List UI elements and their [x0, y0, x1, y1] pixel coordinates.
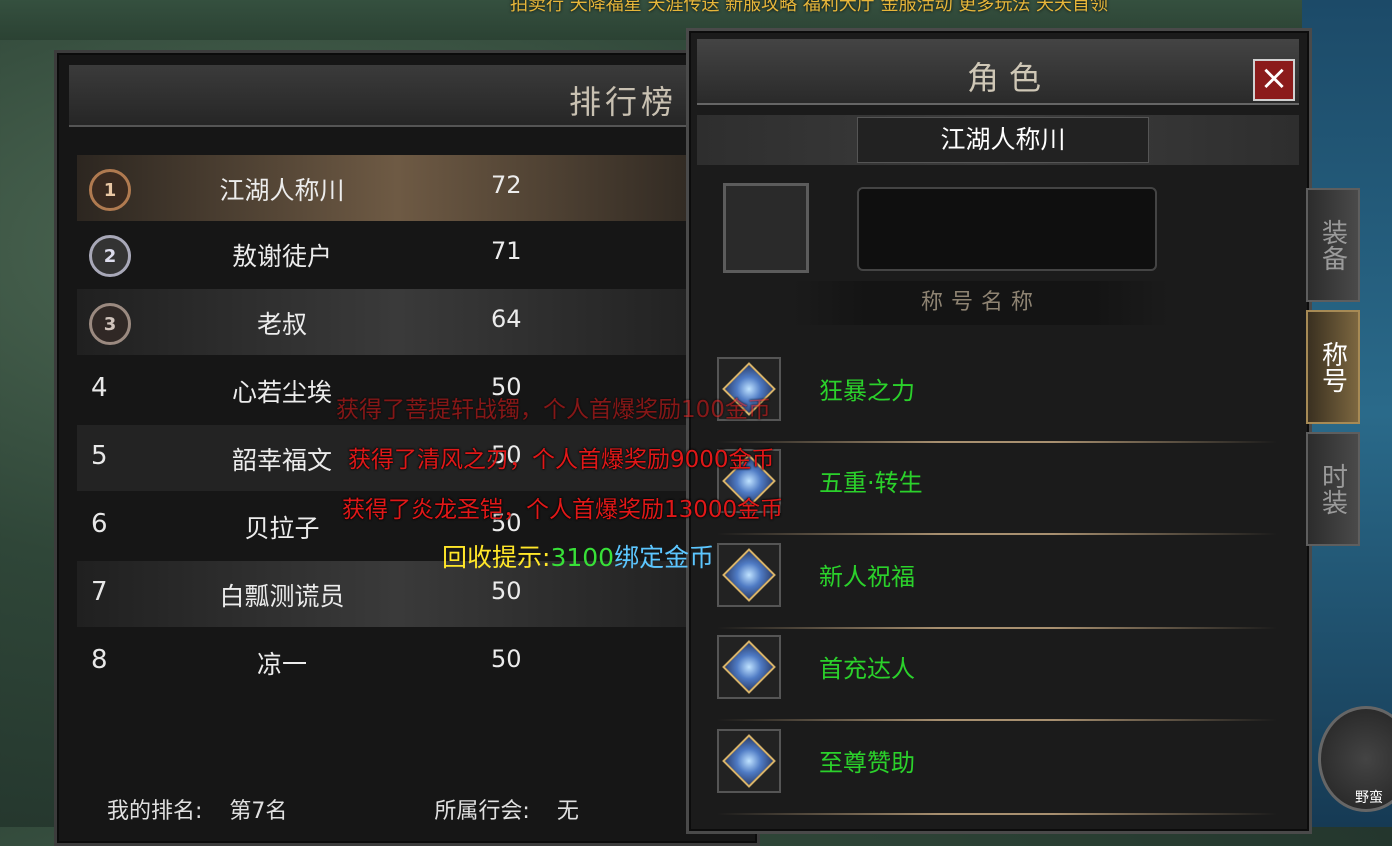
- silver-medal-icon: 2: [89, 235, 131, 277]
- divider: [717, 533, 1277, 535]
- player-level: 72: [491, 171, 522, 199]
- recycle-amount: 3100: [550, 543, 615, 572]
- title-list-item[interactable]: 至尊赞助: [717, 729, 1277, 815]
- rank-number: 4: [91, 373, 108, 403]
- ranking-row[interactable]: 3 老叔 64: [77, 289, 717, 355]
- character-panel: 角色 × 江湖人称川 称号名称 狂暴之力 五重·转生 新人祝福 首充达人 至尊赞…: [686, 28, 1312, 834]
- title-badge-icon: [717, 729, 781, 793]
- recycle-notice: 回收提示:3100绑定金币: [442, 538, 714, 574]
- character-title: 角色: [967, 59, 1052, 97]
- player-name: 敖谢徒户: [231, 242, 332, 271]
- ranking-row[interactable]: 1 江湖人称川 72: [77, 155, 717, 221]
- recycle-unit: 绑定金币: [614, 543, 715, 572]
- player-name: 江湖人称川: [219, 176, 345, 205]
- tab-fashion[interactable]: 时装: [1306, 432, 1360, 546]
- divider: [717, 441, 1277, 443]
- my-rank-value: 第7名: [229, 799, 288, 824]
- tab-equipment[interactable]: 装备: [1306, 188, 1360, 302]
- title-label: 五重·转生: [819, 469, 923, 497]
- drop-notice: 获得了炎龙圣铠，个人首爆奖励13000金币: [342, 497, 784, 523]
- title-label: 至尊赞助: [819, 749, 915, 777]
- ranking-title: 排行榜: [569, 83, 678, 121]
- title-list-item[interactable]: 新人祝福: [717, 543, 1277, 629]
- title-preview-slot: [723, 183, 809, 273]
- bronze-medal-icon: 3: [89, 303, 131, 345]
- title-name-header: 称号名称: [793, 281, 1169, 325]
- rank-number: 8: [91, 645, 108, 675]
- player-name: 凉一: [256, 650, 307, 679]
- title-badge-icon: [717, 635, 781, 699]
- player-name-label: 江湖人称川: [857, 117, 1149, 163]
- divider: [717, 813, 1277, 815]
- top-menu-bar[interactable]: 拍卖行 天降福星 天涯传送 新服攻略 福利大厅 金服活动 更多玩法 天天首领: [510, 0, 1108, 16]
- player-name: 白瓢测谎员: [219, 582, 345, 611]
- player-level: 64: [491, 305, 522, 333]
- player-level: 50: [491, 645, 522, 673]
- close-button[interactable]: ×: [1253, 59, 1295, 101]
- title-badge-icon: [717, 543, 781, 607]
- recycle-label: 回收提示:: [442, 543, 551, 572]
- title-list-item[interactable]: 五重·转生: [717, 449, 1277, 535]
- player-level: 71: [491, 237, 522, 265]
- title-label: 狂暴之力: [819, 377, 915, 405]
- title-label: 首充达人: [819, 655, 915, 683]
- rank-number: 7: [91, 577, 108, 607]
- ranking-row[interactable]: 8 凉一 50: [77, 629, 717, 695]
- guild-label: 所属行会:: [434, 799, 530, 824]
- player-level: 50: [491, 577, 522, 605]
- divider: [717, 627, 1277, 629]
- title-list-item[interactable]: 首充达人: [717, 635, 1277, 721]
- ranking-header: 排行榜: [69, 65, 745, 127]
- character-header: 角色 ×: [697, 39, 1299, 105]
- title-display-box: [857, 187, 1157, 271]
- drop-notice: 获得了清风之刃，个人首爆奖励9000金币: [348, 447, 775, 473]
- tab-titles[interactable]: 称号: [1306, 310, 1360, 424]
- divider: [717, 719, 1277, 721]
- rank-number: 6: [91, 509, 108, 539]
- my-rank-label: 我的排名:: [107, 799, 203, 824]
- ranking-row[interactable]: 2 敖谢徒户 71: [77, 221, 717, 287]
- wild-mode-label: 野蛮: [1355, 790, 1383, 806]
- player-name-bar: 江湖人称川: [697, 115, 1299, 165]
- guild-value: 无: [556, 799, 579, 824]
- drop-notice: 获得了菩提轩战镯，个人首爆奖励100金币: [336, 397, 771, 423]
- title-label: 新人祝福: [819, 563, 915, 591]
- title-list-item[interactable]: 狂暴之力: [717, 357, 1277, 443]
- my-rank-info: 我的排名: 第7名 所属行会: 无: [107, 793, 599, 825]
- gold-medal-icon: 1: [89, 169, 131, 211]
- player-name: 老叔: [256, 310, 307, 339]
- player-name: 韶幸福文: [231, 446, 332, 475]
- rank-number: 5: [91, 441, 108, 471]
